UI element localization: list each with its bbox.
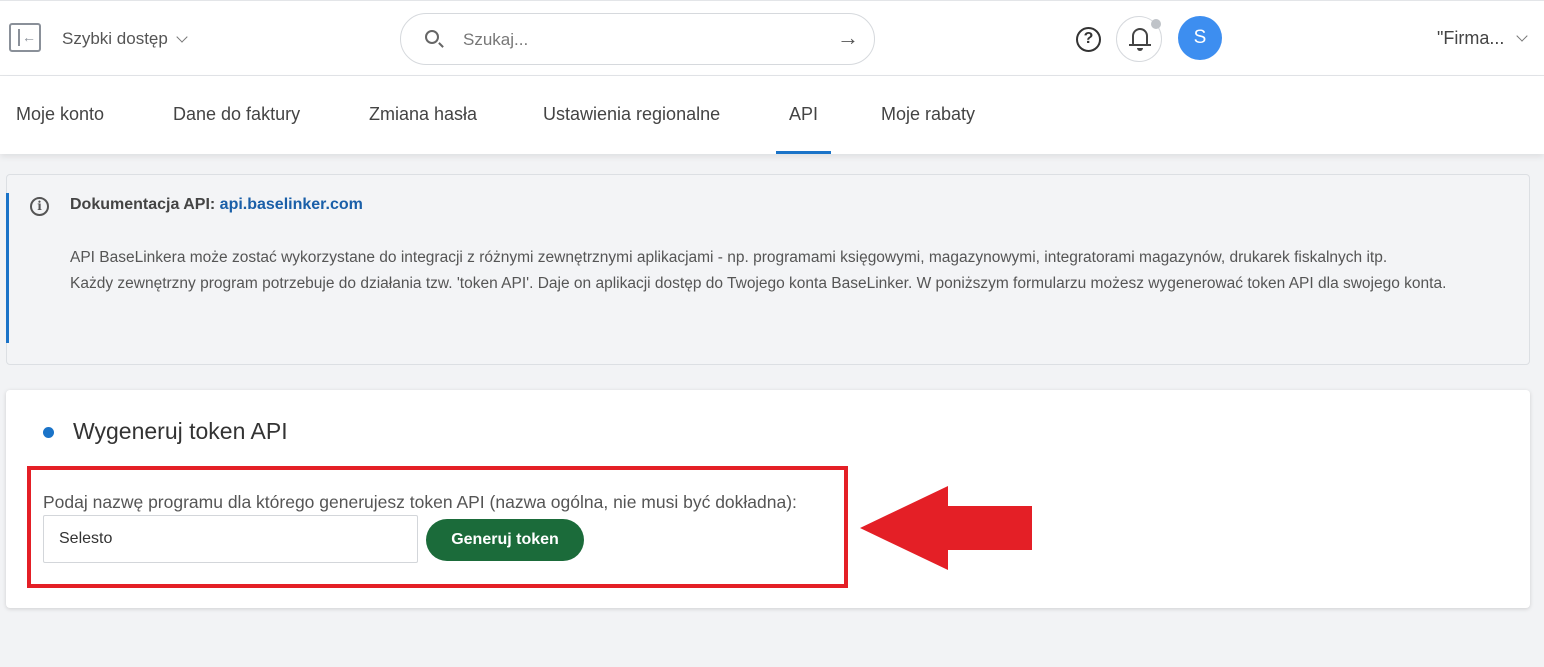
api-description: API BaseLinkera może zostać wykorzystane…	[70, 245, 1490, 297]
chevron-down-icon	[1516, 30, 1529, 42]
generate-token-button[interactable]: Generuj token	[426, 519, 584, 561]
tab-dane-do-faktury[interactable]: Dane do faktury	[173, 104, 300, 125]
top-bar: ← Szybki dostęp → ? S "Firma...	[0, 0, 1544, 76]
search-input[interactable]	[463, 27, 823, 53]
company-dropdown[interactable]: "Firma...	[1437, 28, 1529, 49]
program-name-input[interactable]	[43, 515, 418, 563]
arrow-right-icon[interactable]: →	[837, 26, 859, 50]
api-docs-label: Dokumentacja API:	[70, 196, 216, 213]
annotation-arrow-icon	[860, 486, 1032, 570]
info-icon: i	[30, 197, 49, 216]
chevron-down-icon	[176, 30, 188, 43]
search-icon	[425, 30, 439, 44]
tab-zmiana-hasla[interactable]: Zmiana hasła	[369, 104, 477, 125]
quick-access-label: Szybki dostęp	[62, 29, 168, 48]
company-name: "Firma...	[1437, 28, 1505, 48]
notification-dot	[1151, 19, 1161, 29]
api-description-paragraph-2: Każdy zewnętrzny program potrzebuje do d…	[70, 275, 1447, 292]
account-tabs: Moje konto Dane do faktury Zmiana hasła …	[0, 76, 1544, 154]
generate-token-card: Wygeneruj token API Podaj nazwę programu…	[6, 390, 1530, 608]
api-docs-heading: Dokumentacja API: api.baselinker.com	[70, 196, 363, 214]
tab-moje-konto[interactable]: Moje konto	[16, 104, 104, 125]
tab-moje-rabaty[interactable]: Moje rabaty	[881, 104, 975, 125]
bell-icon	[1132, 28, 1148, 45]
section-bullet	[43, 427, 54, 438]
api-description-paragraph-1: API BaseLinkera może zostać wykorzystane…	[70, 249, 1388, 266]
search-box: →	[400, 13, 875, 65]
notifications-button[interactable]	[1116, 16, 1162, 62]
help-icon[interactable]: ?	[1076, 27, 1101, 52]
quick-access-dropdown[interactable]: Szybki dostęp	[62, 29, 188, 49]
api-info-box: i Dokumentacja API: api.baselinker.com A…	[6, 174, 1530, 365]
tab-ustawienia-regionalne[interactable]: Ustawienia regionalne	[543, 104, 720, 125]
avatar[interactable]: S	[1178, 16, 1222, 60]
sidebar-collapse-icon[interactable]: ←	[9, 23, 41, 52]
section-title: Wygeneruj token API	[73, 418, 288, 444]
tab-api[interactable]: API	[775, 104, 832, 154]
program-name-label: Podaj nazwę programu dla którego generuj…	[43, 492, 797, 512]
api-docs-link[interactable]: api.baselinker.com	[220, 196, 363, 213]
